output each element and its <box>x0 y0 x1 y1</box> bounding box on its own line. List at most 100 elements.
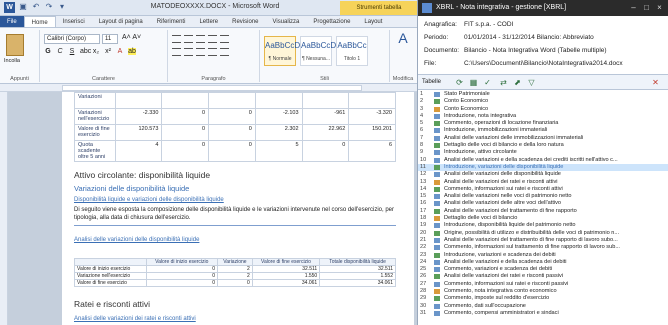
redo-icon[interactable]: ↷ <box>44 2 54 12</box>
highlight-icon[interactable]: ab <box>128 48 136 55</box>
list-item[interactable]: 24 Analisi delle variazioni e della scade… <box>418 259 668 266</box>
tab-design[interactable]: Progettazione <box>306 16 357 27</box>
line-spacing-icon[interactable] <box>220 48 229 56</box>
paste-label[interactable]: Incolla <box>4 58 20 64</box>
list-item[interactable]: 26 Analisi delle variazioni dei ratei e r… <box>418 273 668 280</box>
paste-icon[interactable] <box>6 34 24 56</box>
tab-page-layout[interactable]: Layout di pagina <box>92 16 150 27</box>
list-item[interactable]: 3 Conto Economico <box>418 106 668 113</box>
table-cell[interactable] <box>161 92 210 109</box>
underline-icon[interactable]: S <box>68 48 76 55</box>
font-name-field[interactable]: Calibri (Corpo) <box>44 34 100 44</box>
table-cell[interactable]: 0 <box>301 140 350 162</box>
grow-font-icon[interactable]: A˄ A˅ <box>122 34 141 41</box>
table-cell[interactable]: 1.550 <box>251 272 321 280</box>
ruler-track[interactable] <box>62 85 362 91</box>
increase-indent-icon[interactable] <box>220 35 229 43</box>
undo-icon[interactable]: ↶ <box>31 2 41 12</box>
table-cell[interactable] <box>348 92 396 109</box>
link-accruals[interactable]: Analisi delle variazioni dei ratei e ris… <box>74 316 404 322</box>
list-item[interactable]: 29 Commento, imposte sul reddito d'eserci… <box>418 295 668 302</box>
list-item[interactable]: 19 Introduzione, disponibilità liquide de… <box>418 222 668 229</box>
list-item[interactable]: 13 Analisi delle variazioni dei ratei e r… <box>418 179 668 186</box>
table-cell[interactable]: 34.061 <box>251 279 321 287</box>
grid-icon[interactable]: ▦ <box>468 77 479 88</box>
tab-home[interactable]: Home <box>23 16 56 27</box>
list-item[interactable]: 25 Commento, variazioni e scadenza dei de… <box>418 266 668 273</box>
table-cell[interactable]: 0 <box>161 124 210 141</box>
table-cell[interactable]: 0 <box>145 279 219 287</box>
table-cell[interactable]: Valore di fine esercizio <box>74 279 147 287</box>
align-right-icon[interactable] <box>196 48 205 56</box>
list-item[interactable]: 5 Commento, operazioni di locazione finan… <box>418 120 668 127</box>
tab-references[interactable]: Riferimenti <box>150 16 193 27</box>
bold-icon[interactable]: G <box>44 48 52 55</box>
change-styles-icon[interactable]: A <box>390 30 416 46</box>
style-heading-1[interactable]: AaBbCc Titolo 1 <box>336 36 368 66</box>
table-cell[interactable]: 1.552 <box>319 272 396 280</box>
link-cash-variations[interactable]: Analisi delle variazioni delle disponibi… <box>74 237 404 243</box>
save-icon[interactable]: ▣ <box>18 2 28 12</box>
check-icon[interactable]: ✓ <box>482 77 493 88</box>
list-item[interactable]: 7 Analisi delle variazioni delle immobili… <box>418 135 668 142</box>
align-center-icon[interactable] <box>184 48 193 56</box>
numbering-icon[interactable] <box>184 35 193 43</box>
link-cash-table[interactable]: Disponibilità liquide e variazioni delle… <box>74 197 404 203</box>
style-no-spacing[interactable]: AaBbCcDc ¶ Nessuna... <box>300 36 340 66</box>
subscript-icon[interactable]: x₂ <box>92 48 100 55</box>
tab-layout[interactable]: Layout <box>357 16 389 27</box>
table-cell[interactable]: -2.103 <box>254 108 303 125</box>
refresh-icon[interactable]: ⟳ <box>454 77 465 88</box>
table-cell[interactable]: 22.962 <box>301 124 350 141</box>
table-cell[interactable]: 120.573 <box>114 124 163 141</box>
font-size-field[interactable]: 11 <box>102 34 118 44</box>
tab-insert[interactable]: Inserisci <box>56 16 92 27</box>
justify-icon[interactable] <box>208 48 217 56</box>
table-cell[interactable]: Variazione nell'esercizio <box>74 272 147 280</box>
minimize-icon[interactable]: – <box>628 2 639 13</box>
list-item[interactable]: 6 Introduzione, immobilizzazioni immateri… <box>418 127 668 134</box>
table-cell[interactable]: 0 <box>208 108 256 125</box>
table-cell[interactable]: 150.201 <box>348 124 396 141</box>
table-cell[interactable] <box>208 92 256 109</box>
document-page[interactable]: Variazioni Variazioni nell'esercizio -2.33… <box>62 92 414 325</box>
tab-mailings[interactable]: Lettere <box>192 16 225 27</box>
list-item[interactable]: 20 Origine, possibilità di utilizzo e dis… <box>418 230 668 237</box>
italic-icon[interactable]: C <box>56 48 64 55</box>
table-cell[interactable]: 2.302 <box>254 124 303 141</box>
table-cell[interactable]: 0 <box>145 265 219 273</box>
table-cell[interactable]: 0 <box>208 124 256 141</box>
list-item[interactable]: 11 Introduzione, variazioni delle disponi… <box>418 163 668 172</box>
table-cell[interactable]: 0 <box>208 140 256 162</box>
list-item[interactable]: 4 Introduzione, nota integrativa <box>418 113 668 120</box>
multilevel-list-icon[interactable] <box>196 35 205 43</box>
list-item[interactable]: 31 Commento, compensi amministratori e si… <box>418 310 668 317</box>
table-cell[interactable]: 2 <box>217 272 253 280</box>
list-item[interactable]: 16 Analisi delle variazioni delle altre v… <box>418 200 668 207</box>
decrease-indent-icon[interactable] <box>208 35 217 43</box>
table-cell[interactable]: 0 <box>161 108 210 125</box>
table-cell[interactable]: -2.330 <box>114 108 163 125</box>
filter-icon[interactable]: ▽ <box>526 77 537 88</box>
tab-view[interactable]: Visualizza <box>265 16 306 27</box>
list-item[interactable]: 9 Introduzione, attivo circolante <box>418 149 668 156</box>
style-normal[interactable]: AaBbCcDc ¶ Normale <box>264 36 304 66</box>
table-cell[interactable] <box>301 92 350 109</box>
delete-icon[interactable]: ✕ <box>650 77 661 88</box>
superscript-icon[interactable]: x² <box>104 48 112 55</box>
bullets-icon[interactable] <box>172 35 181 43</box>
table-cell[interactable]: 0 <box>161 140 210 162</box>
table-cell[interactable]: 4 <box>114 140 163 162</box>
align-left-icon[interactable] <box>172 48 181 56</box>
table-cell[interactable]: -961 <box>301 108 350 125</box>
table-cell[interactable]: 2 <box>217 265 253 273</box>
table-cell[interactable]: Valore di inizio esercizio <box>74 265 147 273</box>
table-cell[interactable] <box>114 92 163 109</box>
list-item[interactable]: 28 Commento, nota integrativa conto econo… <box>418 288 668 295</box>
table-cell[interactable]: 32.511 <box>319 265 396 273</box>
list-item[interactable]: 18 Dettaglio delle voci di bilancio <box>418 215 668 222</box>
sync-icon[interactable]: ⇄ <box>498 77 509 88</box>
strikethrough-icon[interactable]: abc <box>80 48 91 55</box>
close-icon[interactable]: × <box>654 2 665 13</box>
list-item[interactable]: 14 Commento, informazioni sui ratei e ris… <box>418 186 668 193</box>
